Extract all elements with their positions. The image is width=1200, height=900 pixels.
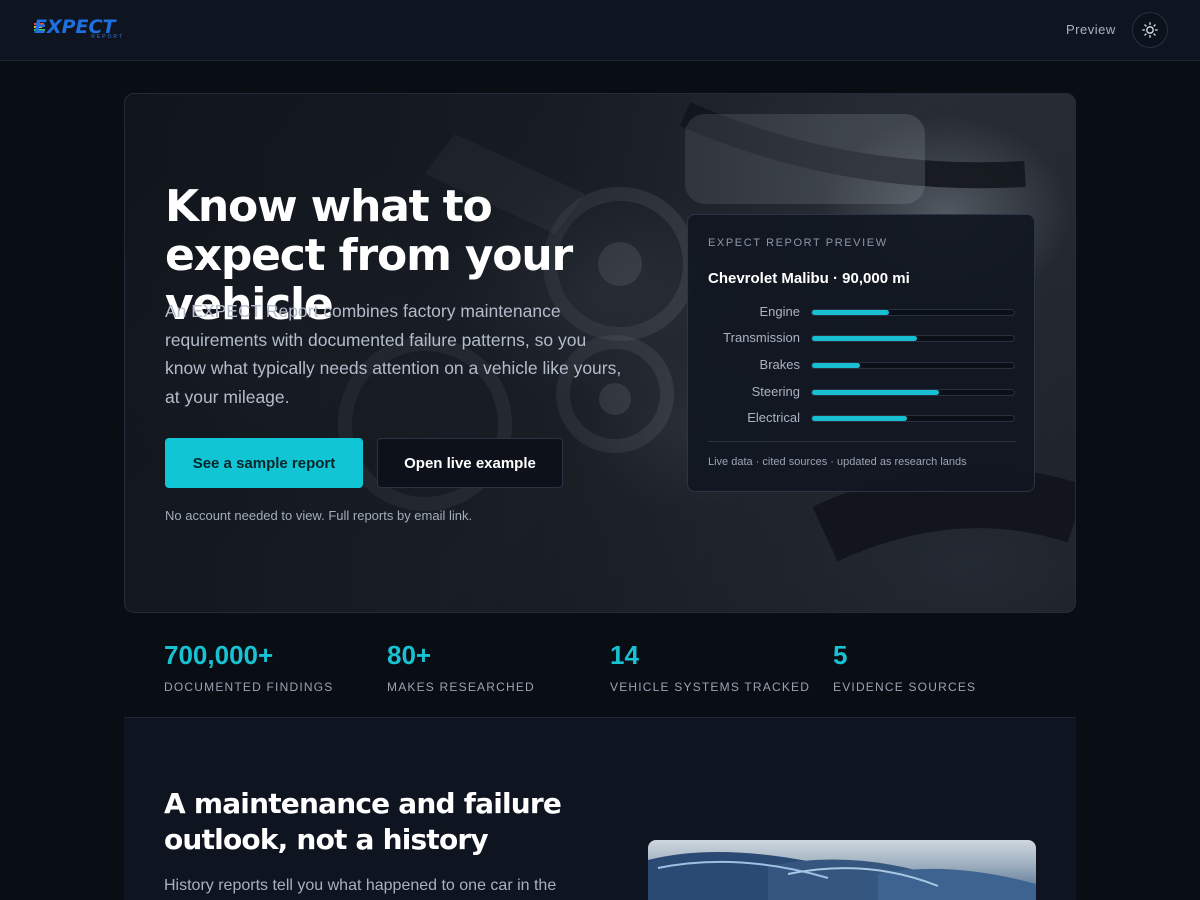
- system-bar-track: [811, 389, 1015, 396]
- open-live-example-button[interactable]: Open live example: [377, 438, 563, 488]
- stat-value: 80+: [387, 640, 432, 670]
- system-label: Electrical: [747, 410, 800, 425]
- outlook-title: A maintenance and failure outlook, not a…: [164, 787, 562, 856]
- system-label: Steering: [751, 384, 800, 399]
- stat-vehicle-systems: 14 VEHICLE SYSTEMS TRACKED: [610, 640, 810, 694]
- outlook-text: History reports tell you what happened t…: [164, 877, 557, 894]
- expect-logo[interactable]: EXPECT REPORT: [34, 17, 130, 41]
- stat-value: 5: [833, 640, 848, 670]
- system-label: Engine: [759, 304, 800, 319]
- stat-value: 14: [610, 640, 639, 670]
- cars-lot-image: [648, 840, 1036, 900]
- stat-evidence-sources: 5 EVIDENCE SOURCES: [833, 640, 976, 694]
- system-bar-fill: [812, 416, 907, 421]
- system-bar-track: [811, 415, 1015, 422]
- top-bar: EXPECT REPORT Preview: [0, 0, 1200, 61]
- preview-link[interactable]: Preview: [1066, 22, 1116, 37]
- logo-subtext: REPORT: [91, 34, 124, 40]
- card-eyebrow: EXPECT REPORT PREVIEW: [708, 237, 888, 249]
- cars-illustration: [648, 852, 1036, 900]
- report-preview-card: EXPECT REPORT PREVIEW Chevrolet Malibu ·…: [687, 214, 1035, 492]
- theme-toggle-button[interactable]: [1132, 12, 1168, 48]
- stat-label: VEHICLE SYSTEMS TRACKED: [610, 680, 811, 694]
- system-bar-fill: [812, 363, 861, 368]
- hero-section: Know what to expect from your vehicle An…: [124, 93, 1076, 613]
- system-row-steering: Steering: [708, 383, 1016, 401]
- sun-icon: [1142, 22, 1158, 38]
- system-bar-fill: [812, 310, 889, 315]
- system-bar-fill: [812, 390, 940, 395]
- system-label: Transmission: [723, 330, 800, 345]
- system-row-engine: Engine: [708, 303, 1016, 321]
- stat-label: MAKES RESEARCHED: [387, 680, 535, 694]
- system-label: Brakes: [759, 357, 800, 372]
- stat-documented-findings: 700,000+ DOCUMENTED FINDINGS: [164, 640, 333, 694]
- system-bar-fill: [812, 336, 918, 341]
- system-row-transmission: Transmission: [708, 329, 1016, 347]
- system-bar-track: [811, 309, 1015, 316]
- outlook-section: A maintenance and failure outlook, not a…: [124, 718, 1076, 900]
- hero-note: No account needed to view. Full reports …: [165, 508, 473, 523]
- stat-value: 700,000+: [164, 640, 274, 670]
- system-bar-track: [811, 362, 1015, 369]
- see-sample-report-button[interactable]: See a sample report: [165, 438, 363, 488]
- card-vehicle-title: Chevrolet Malibu · 90,000 mi: [708, 270, 910, 287]
- card-divider: [708, 441, 1016, 442]
- system-bar-track: [811, 335, 1015, 342]
- stat-label: DOCUMENTED FINDINGS: [164, 680, 334, 694]
- card-footer-note: Live data · cited sources · updated as r…: [708, 456, 967, 468]
- stat-label: EVIDENCE SOURCES: [833, 680, 977, 694]
- system-row-brakes: Brakes: [708, 356, 1016, 374]
- hero-description: An EXPECT Report combines factory mainte…: [165, 301, 622, 407]
- stat-makes-researched: 80+ MAKES RESEARCHED: [387, 640, 535, 694]
- system-row-electrical: Electrical: [708, 409, 1016, 427]
